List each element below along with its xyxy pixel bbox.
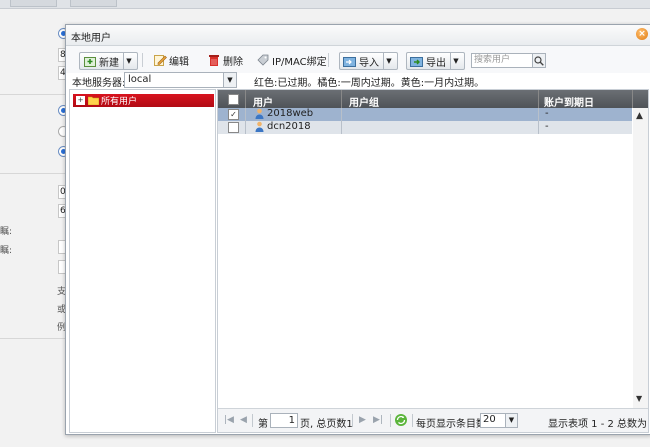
- per-page-label: 每页显示条目数: [416, 419, 486, 430]
- chevron-down-icon[interactable]: ▼: [383, 53, 394, 69]
- search-input[interactable]: 搜索用户: [471, 53, 535, 68]
- export-button-label: 导出: [426, 57, 446, 69]
- user-cell: 2018web: [255, 108, 313, 119]
- background-tab: [10, 0, 57, 7]
- column-divider: [632, 90, 633, 108]
- new-button[interactable]: 新建 ▼: [79, 52, 138, 70]
- ip-mac-bind-button[interactable]: IP/MAC绑定: [256, 52, 327, 68]
- user-icon: [255, 108, 264, 119]
- user-icon: [255, 121, 264, 132]
- display-info: 显示表项 1 - 2 总数为 2: [548, 419, 649, 430]
- column-divider: [245, 121, 246, 134]
- tag-icon: [256, 54, 270, 66]
- expand-icon[interactable]: +: [76, 96, 85, 105]
- toolbar: 新建 ▼ 编辑 删除 IP/MAC绑定 导入 ▼ 导出 ▼: [66, 46, 650, 73]
- table-header: 用户 用户组 账户到期日: [218, 90, 648, 109]
- pager-divider: [412, 414, 413, 427]
- expiry-color-legend: 红色:已过期。橘色:一周内过期。黄色:一月内过期。: [254, 78, 485, 89]
- background-label: 瞩:: [0, 227, 13, 237]
- column-header-expiry[interactable]: 账户到期日: [544, 94, 594, 109]
- pagination-bar: |◀ ◀ 第 1 页, 总页数1 ▶ ▶| 每页显示条目数 20 ▼ 显示表项 …: [218, 408, 649, 432]
- server-bar: 本地服务器: local ▼ 红色:已过期。橘色:一周内过期。黄色:一月内过期。: [66, 72, 650, 89]
- column-divider: [341, 108, 342, 121]
- export-button[interactable]: 导出 ▼: [406, 52, 465, 70]
- close-icon[interactable]: ×: [636, 28, 648, 40]
- row-checkbox[interactable]: [228, 122, 239, 133]
- server-label: 本地服务器:: [72, 78, 126, 89]
- server-select[interactable]: local ▼: [124, 72, 237, 88]
- search-icon[interactable]: [532, 53, 546, 68]
- chevron-down-icon[interactable]: ▼: [223, 73, 236, 87]
- chevron-down-icon[interactable]: ▼: [450, 53, 461, 69]
- select-all-checkbox[interactable]: [228, 94, 239, 105]
- row-checkbox[interactable]: ✓: [228, 109, 239, 120]
- background-divider: [0, 338, 66, 339]
- vertical-scrollbar[interactable]: ▲ ▼: [633, 108, 648, 408]
- background-tab: [70, 0, 117, 7]
- column-divider: [538, 121, 539, 134]
- next-page-icon[interactable]: ▶: [359, 415, 366, 425]
- column-divider: [538, 108, 539, 121]
- column-header-user[interactable]: 用户: [253, 94, 273, 109]
- dialog-title: 本地用户: [71, 33, 111, 44]
- chevron-down-icon[interactable]: ▼: [123, 53, 134, 69]
- user-cell: dcn2018: [255, 121, 311, 132]
- table-row[interactable]: dcn2018 -: [218, 121, 632, 134]
- per-page-value: 20: [483, 414, 496, 425]
- table-row[interactable]: ✓ 2018web -: [218, 108, 632, 121]
- background-label: 瞩:: [0, 246, 13, 256]
- pager-divider: [352, 414, 353, 427]
- column-divider: [245, 108, 246, 121]
- per-page-select[interactable]: 20 ▼: [480, 413, 518, 428]
- edit-button-label: 编辑: [169, 56, 189, 68]
- tree-item-label: 所有用户: [101, 97, 138, 107]
- import-button-label: 导入: [359, 57, 379, 69]
- scroll-down-icon[interactable]: ▼: [636, 394, 642, 403]
- first-page-icon[interactable]: |◀: [224, 415, 234, 425]
- column-divider: [341, 121, 342, 134]
- new-button-label: 新建: [99, 57, 119, 69]
- background-divider: [0, 173, 66, 174]
- pager-divider: [252, 414, 253, 427]
- page-prefix: 第: [258, 419, 268, 430]
- last-page-icon[interactable]: ▶|: [373, 415, 383, 425]
- page-number-input[interactable]: 1: [270, 413, 298, 428]
- toolbar-divider: [142, 53, 143, 67]
- prev-page-icon[interactable]: ◀: [240, 415, 247, 425]
- users-table: 用户 用户组 账户到期日 ✓ 2018web - dcn2018 - ▲ ▼ |…: [217, 89, 649, 433]
- export-icon: [410, 55, 424, 67]
- refresh-icon[interactable]: [394, 413, 408, 430]
- background-divider: [0, 94, 66, 95]
- user-name: 2018web: [267, 108, 314, 119]
- folder-icon: [87, 96, 100, 106]
- server-select-value: local: [128, 74, 152, 85]
- expiry-cell: -: [545, 121, 549, 132]
- user-group-tree: + 所有用户: [69, 89, 216, 433]
- toolbar-divider: [328, 53, 329, 67]
- pager-divider: [390, 414, 391, 427]
- scroll-up-icon[interactable]: ▲: [636, 111, 643, 121]
- page-suffix: 页, 总页数1: [300, 419, 353, 430]
- edit-icon: [153, 54, 167, 66]
- column-divider: [245, 90, 246, 108]
- column-divider: [341, 90, 342, 108]
- delete-button-label: 删除: [223, 56, 243, 68]
- trash-icon: [207, 54, 221, 66]
- edit-button[interactable]: 编辑: [153, 52, 189, 68]
- chevron-down-icon[interactable]: ▼: [505, 414, 517, 427]
- dialog-titlebar: 本地用户 ×: [66, 25, 650, 46]
- expiry-cell: -: [545, 108, 549, 119]
- delete-button[interactable]: 删除: [207, 52, 243, 68]
- user-name: dcn2018: [267, 121, 311, 132]
- ip-mac-bind-label: IP/MAC绑定: [272, 56, 327, 68]
- column-divider: [538, 90, 539, 108]
- column-header-group[interactable]: 用户组: [349, 94, 379, 109]
- import-icon: [343, 55, 357, 67]
- local-users-dialog: 本地用户 × 新建 ▼ 编辑 删除 IP/MAC绑定 导入 ▼ 导出 ▼ 搜索用…: [65, 24, 650, 435]
- add-icon: [83, 55, 97, 67]
- tree-item-all-users[interactable]: + 所有用户: [73, 94, 214, 107]
- import-button[interactable]: 导入 ▼: [339, 52, 398, 70]
